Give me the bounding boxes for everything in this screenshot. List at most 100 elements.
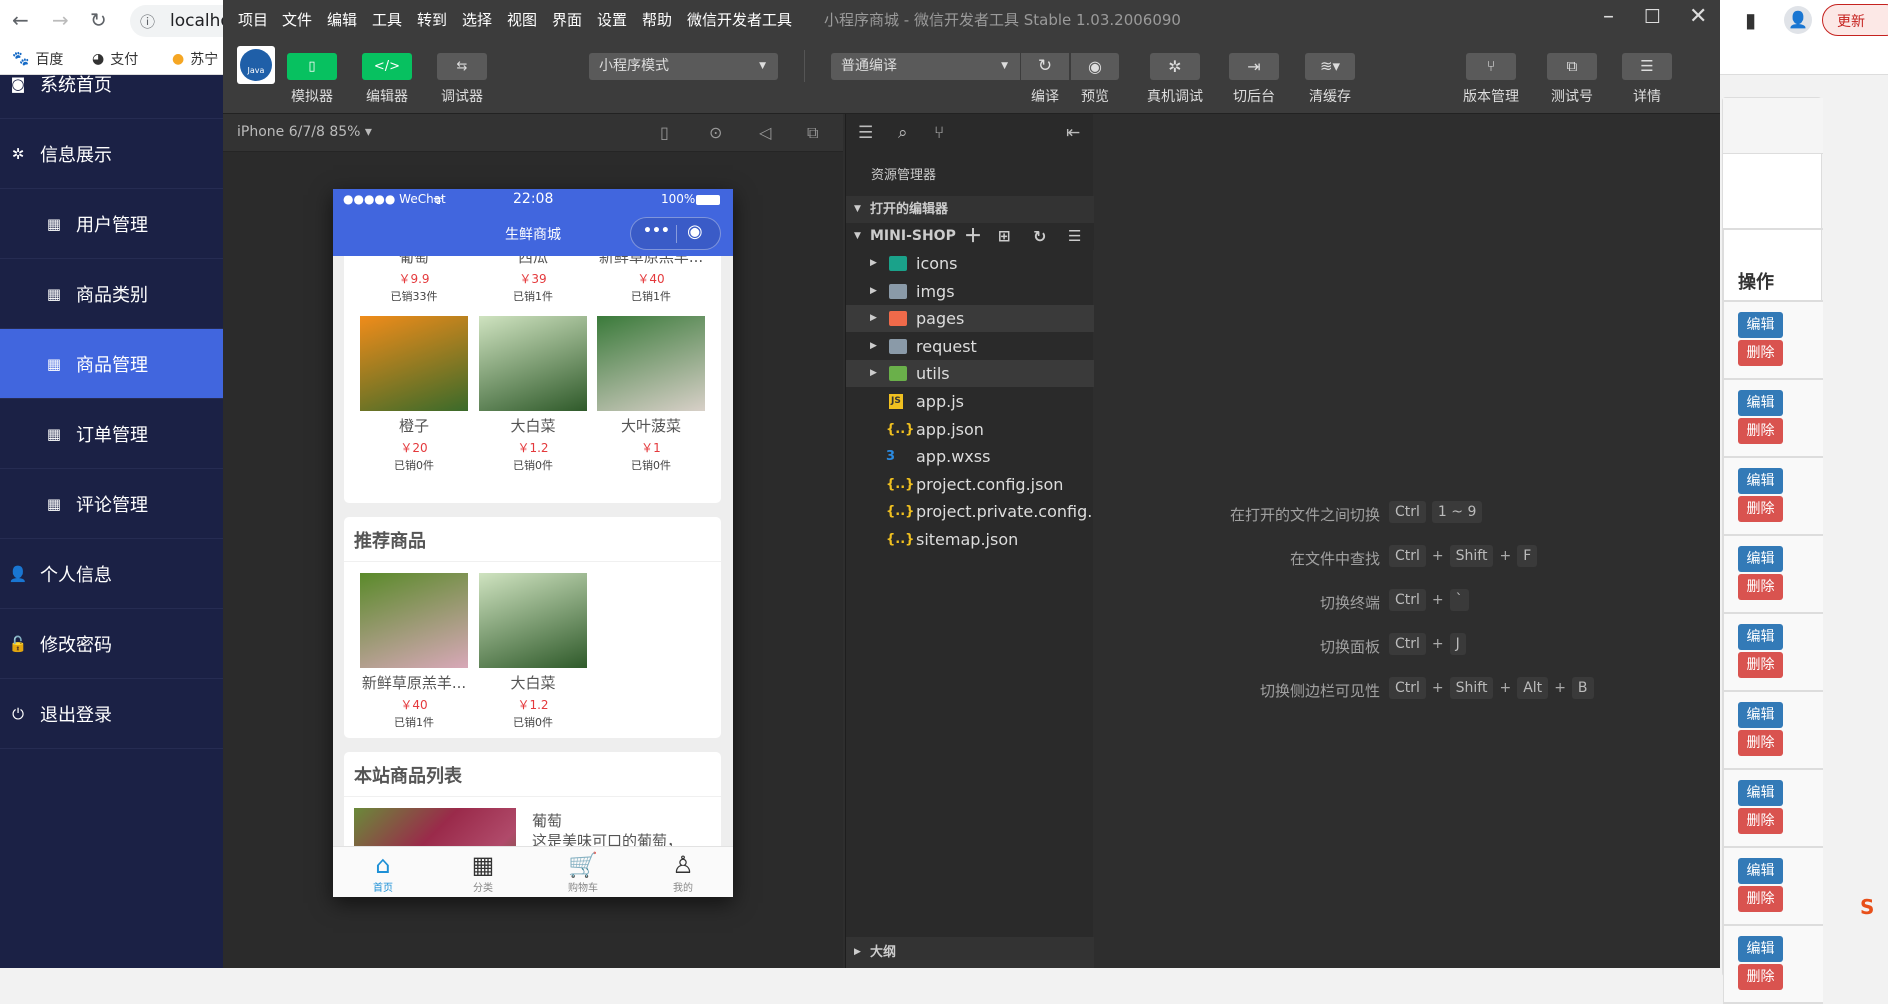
tree-item-project-config-json[interactable]: {..} project.config.json xyxy=(846,471,1094,498)
background-button[interactable]: ⇥ xyxy=(1229,53,1279,80)
chevron-right-icon[interactable]: ▶ xyxy=(870,278,877,305)
remote-debug-button[interactable]: ✲ xyxy=(1150,53,1200,80)
chevron-right-icon[interactable]: ▶ xyxy=(870,250,877,277)
bookmark-baidu[interactable]: 🐾 百度 xyxy=(12,49,63,69)
goods-item[interactable]: 橙子 ￥20 已销0件 xyxy=(360,316,468,473)
source-control-icon[interactable]: ⑂ xyxy=(934,123,944,143)
tab-cart[interactable]: 🛒 购物车 xyxy=(533,851,633,894)
debugger-button[interactable]: ⇆ xyxy=(437,53,487,80)
record-icon[interactable]: ⊙ xyxy=(709,123,722,142)
explorer-list-icon[interactable]: ☰ xyxy=(858,123,873,143)
sidebar-item-4[interactable]: ▦ 商品管理 xyxy=(0,329,223,399)
version-button[interactable]: ⑂ xyxy=(1466,53,1516,80)
refresh-icon[interactable]: ↻ xyxy=(1033,223,1046,250)
sidebar-item-8[interactable]: 🔓 修改密码 xyxy=(0,609,223,679)
tab-grid[interactable]: ▦ 分类 xyxy=(433,851,533,894)
menu-item-2[interactable]: 编辑 xyxy=(327,9,357,30)
mode-select[interactable]: 小程序模式 ▼ xyxy=(589,53,778,80)
details-button[interactable]: ☰ xyxy=(1622,53,1672,80)
menu-item-10[interactable]: 微信开发者工具 xyxy=(687,9,792,30)
goods-item[interactable]: 大叶菠菜 ￥1 已销0件 xyxy=(597,316,705,473)
edit-button[interactable]: 编辑 xyxy=(1738,858,1783,884)
edit-button[interactable]: 编辑 xyxy=(1738,780,1783,806)
tree-item-request[interactable]: ▶ request xyxy=(846,333,1094,360)
sidebar-item-9[interactable]: ⏻ 退出登录 xyxy=(0,679,223,749)
goods-item[interactable]: 新鲜草原羔羊... ￥40 已销1件 xyxy=(360,573,468,730)
sidebar-item-2[interactable]: ▦ 用户管理 xyxy=(0,189,223,259)
tree-item-icons[interactable]: ▶ icons xyxy=(846,250,1094,277)
goods-name[interactable]: 葡萄 xyxy=(532,810,562,831)
sidebar-item-0[interactable]: ◙ 系统首页 xyxy=(0,75,223,119)
forward-icon[interactable]: → xyxy=(52,8,69,32)
delete-button[interactable]: 删除 xyxy=(1738,652,1783,678)
tree-item-imgs[interactable]: ▶ imgs xyxy=(846,278,1094,305)
menu-item-5[interactable]: 选择 xyxy=(462,9,492,30)
avatar[interactable]: 👤 xyxy=(1784,6,1812,34)
sidebar-item-1[interactable]: ✲ 信息展示 xyxy=(0,119,223,189)
bookmark-pay[interactable]: ◕ 支付 xyxy=(92,49,138,69)
project-section[interactable]: ▼ MINI-SHOP ＋ ⊞ ↻ ☰ xyxy=(846,223,1094,250)
tree-item-app-js[interactable]: JS app.js xyxy=(846,388,1094,415)
popout-icon[interactable]: ⧉ xyxy=(807,123,818,143)
new-folder-icon[interactable]: ⊞ xyxy=(998,223,1011,250)
delete-button[interactable]: 删除 xyxy=(1738,418,1783,444)
delete-button[interactable]: 删除 xyxy=(1738,496,1783,522)
delete-button[interactable]: 删除 xyxy=(1738,574,1783,600)
menu-item-0[interactable]: 项目 xyxy=(238,9,268,30)
sidebar-toggle-icon[interactable]: ▮ xyxy=(1745,8,1756,32)
more-icon[interactable]: ••• xyxy=(643,223,670,239)
sidebar-item-5[interactable]: ▦ 订单管理 xyxy=(0,399,223,469)
goods-image[interactable] xyxy=(597,316,705,411)
menu-item-7[interactable]: 界面 xyxy=(552,9,582,30)
tree-item-app-wxss[interactable]: 3 app.wxss xyxy=(846,443,1094,470)
reload-icon[interactable]: ↻ xyxy=(90,8,107,32)
tab-home[interactable]: ⌂ 首页 xyxy=(333,851,433,894)
chevron-right-icon[interactable]: ▶ xyxy=(870,333,877,360)
delete-button[interactable]: 删除 xyxy=(1738,340,1783,366)
minimize-icon[interactable]: – xyxy=(1603,4,1614,29)
device-select[interactable]: iPhone 6/7/8 85% ▾ xyxy=(237,124,372,140)
maximize-icon[interactable]: ☐ xyxy=(1644,6,1661,28)
menu-item-3[interactable]: 工具 xyxy=(372,9,402,30)
edit-button[interactable]: 编辑 xyxy=(1738,312,1783,338)
search-icon[interactable]: ⌕ xyxy=(898,123,908,143)
tab-user[interactable]: ♙ 我的 xyxy=(633,851,733,894)
tree-item-sitemap-json[interactable]: {..} sitemap.json xyxy=(846,526,1094,553)
sogou-ime-icon[interactable]: S xyxy=(1860,895,1874,919)
delete-button[interactable]: 删除 xyxy=(1738,730,1783,756)
compile-button[interactable]: ↻ xyxy=(1021,53,1069,80)
close-miniprogram-icon[interactable]: ◉ xyxy=(687,221,703,242)
bookmark-suning[interactable]: ● 苏宁 xyxy=(172,49,218,69)
goods-image[interactable] xyxy=(479,573,587,668)
clear-cache-button[interactable]: ≋▾ xyxy=(1305,53,1355,80)
open-editors-section[interactable]: ▼ 打开的编辑器 xyxy=(846,196,1094,223)
menu-item-1[interactable]: 文件 xyxy=(282,9,312,30)
menu-item-4[interactable]: 转到 xyxy=(417,9,447,30)
menu-item-6[interactable]: 视图 xyxy=(507,9,537,30)
goods-image[interactable] xyxy=(479,316,587,411)
simulator-button[interactable]: ▯ xyxy=(287,53,337,80)
edit-button[interactable]: 编辑 xyxy=(1738,546,1783,572)
back-icon[interactable]: ← xyxy=(12,8,29,32)
edit-button[interactable]: 编辑 xyxy=(1738,390,1783,416)
collapse-all-icon[interactable]: ☰ xyxy=(1068,223,1081,250)
collapse-sidebar-icon[interactable]: ⇤ xyxy=(1066,123,1080,143)
tree-item-project-private-config-[interactable]: {..} project.private.config... xyxy=(846,498,1103,525)
preview-button[interactable]: ◉ xyxy=(1071,53,1119,80)
phone-icon[interactable]: ▯ xyxy=(660,123,669,142)
volume-icon[interactable]: ◁ xyxy=(759,123,771,142)
editor-button[interactable]: </> xyxy=(362,53,412,80)
goods-item[interactable]: 大白菜 ￥1.2 已销0件 xyxy=(479,316,587,473)
sidebar-item-7[interactable]: 👤 个人信息 xyxy=(0,539,223,609)
tree-item-utils[interactable]: ▶ utils xyxy=(846,360,1094,388)
compile-select[interactable]: 普通编译 ▼ xyxy=(831,53,1020,80)
chevron-right-icon[interactable]: ▶ xyxy=(870,305,877,332)
sidebar-item-6[interactable]: ▦ 评论管理 xyxy=(0,469,223,539)
edit-button[interactable]: 编辑 xyxy=(1738,624,1783,650)
goods-image[interactable] xyxy=(360,573,468,668)
new-file-icon[interactable]: ＋ xyxy=(964,223,982,250)
goods-image[interactable] xyxy=(360,316,468,411)
delete-button[interactable]: 删除 xyxy=(1738,886,1783,912)
goods-item[interactable]: 大白菜 ￥1.2 已销0件 xyxy=(479,573,587,730)
menu-item-8[interactable]: 设置 xyxy=(597,9,627,30)
